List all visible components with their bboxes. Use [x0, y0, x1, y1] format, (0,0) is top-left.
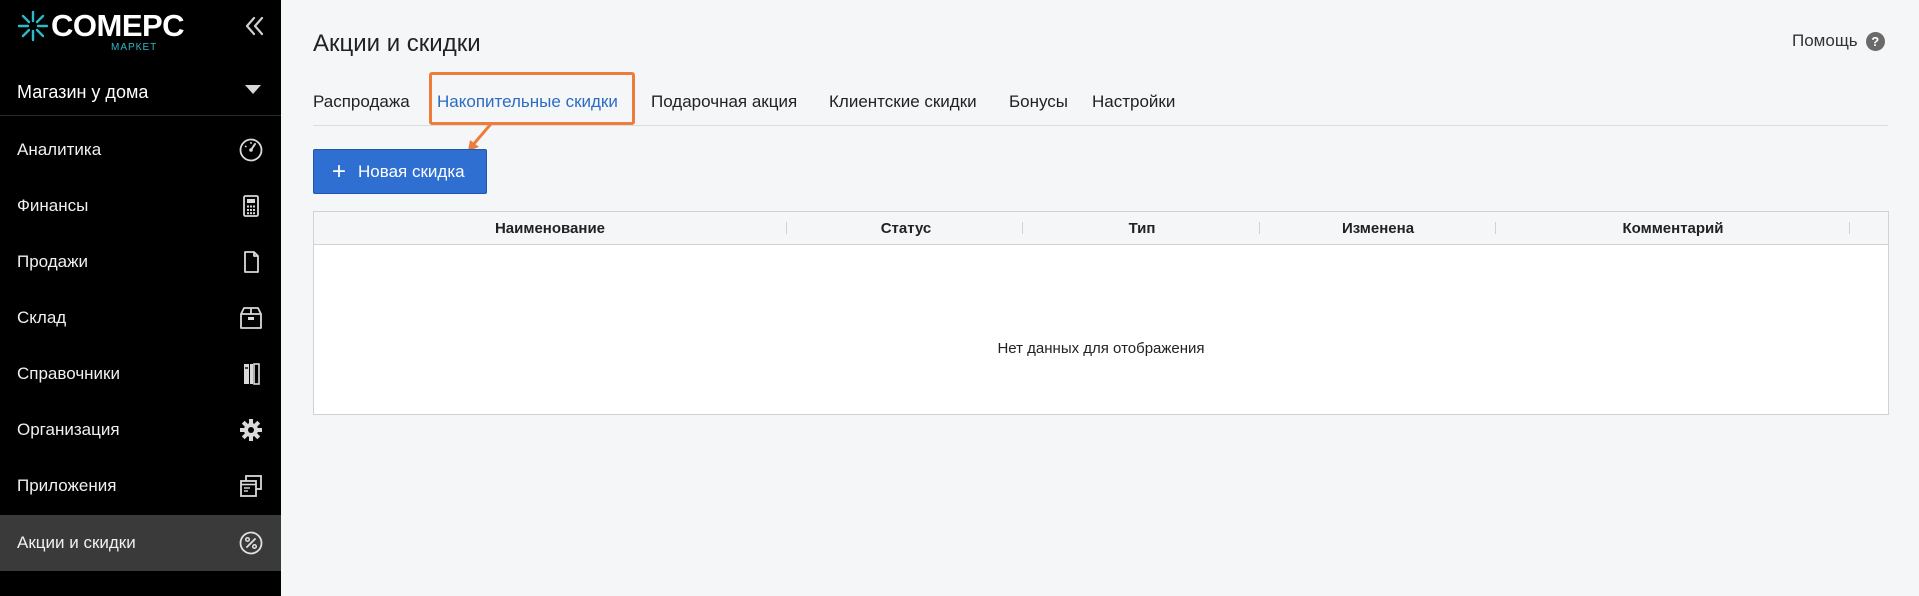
chevron-down-icon	[245, 85, 261, 94]
column-header-status[interactable]: Статус	[881, 220, 932, 237]
gear-icon	[240, 419, 262, 441]
column-separator[interactable]	[1495, 222, 1496, 234]
brand-sub: МАРКЕТ	[111, 42, 158, 53]
new-discount-label: Новая скидка	[358, 161, 465, 181]
sidebar-item-analytics[interactable]: Аналитика	[0, 122, 281, 178]
sidebar-item-label: Финансы	[17, 196, 89, 215]
table-header: Наименование Статус Тип Изменена Коммент…	[314, 212, 1888, 245]
tab-settings[interactable]: Настройки	[1092, 92, 1175, 112]
store-selector[interactable]: Магазин у дома	[0, 70, 281, 116]
book-icon	[244, 363, 260, 385]
page-title: Акции и скидки	[313, 30, 481, 57]
column-header-comment[interactable]: Комментарий	[1622, 220, 1723, 237]
help-link[interactable]: Помощь ?	[1792, 31, 1885, 51]
column-separator[interactable]	[1259, 222, 1260, 234]
new-discount-button[interactable]: + Новая скидка	[313, 149, 487, 194]
sidebar-item-label: Акции и скидки	[17, 533, 136, 552]
column-header-modified[interactable]: Изменена	[1342, 220, 1414, 237]
store-name: Магазин у дома	[17, 82, 149, 102]
sidebar-item-label: Продажи	[17, 252, 88, 271]
brand-logo[interactable]: COMEPC МАРКЕТ	[17, 6, 185, 56]
tab-gift-promo[interactable]: Подарочная акция	[651, 92, 797, 112]
logo-star-icon	[17, 10, 49, 42]
brand-name: COMEPC	[51, 8, 185, 43]
calculator-icon	[243, 195, 259, 217]
column-separator[interactable]	[1849, 222, 1850, 234]
document-icon	[244, 251, 259, 273]
sidebar-item-label: Приложения	[17, 476, 117, 495]
tab-bonuses[interactable]: Бонусы	[1009, 92, 1068, 112]
sidebar: COMEPC МАРКЕТ Магазин у дома Аналитика Ф…	[0, 0, 281, 596]
tab-sale[interactable]: Распродажа	[313, 92, 410, 112]
sidebar-item-label: Справочники	[17, 364, 120, 383]
percent-icon	[239, 531, 263, 555]
collapse-sidebar-icon[interactable]	[240, 12, 268, 40]
empty-state-text: Нет данных для отображения	[997, 340, 1205, 357]
column-separator[interactable]	[786, 222, 787, 234]
sidebar-item-label: Склад	[17, 308, 67, 327]
tab-client-discounts[interactable]: Клиентские скидки	[829, 92, 977, 112]
sidebar-item-label: Организация	[17, 420, 120, 439]
plus-icon: +	[332, 157, 347, 185]
sidebar-item-sales[interactable]: Продажи	[0, 234, 281, 290]
question-icon: ?	[1865, 31, 1885, 51]
sidebar-item-finance[interactable]: Финансы	[0, 178, 281, 234]
highlight-box	[429, 72, 635, 125]
sidebar-item-directories[interactable]: Справочники	[0, 346, 281, 402]
sidebar-item-apps[interactable]: Приложения	[0, 458, 281, 514]
column-separator[interactable]	[1022, 222, 1023, 234]
column-header-name[interactable]: Наименование	[495, 220, 605, 237]
windows-icon	[240, 475, 262, 497]
help-label: Помощь	[1792, 31, 1858, 50]
gauge-icon	[239, 138, 263, 162]
sidebar-item-warehouse[interactable]: Склад	[0, 290, 281, 346]
sidebar-item-organization[interactable]: Организация	[0, 402, 281, 458]
sidebar-item-promotions[interactable]: Акции и скидки	[0, 515, 281, 571]
sidebar-item-label: Аналитика	[17, 140, 102, 159]
column-header-type[interactable]: Тип	[1129, 220, 1156, 237]
box-icon	[240, 307, 262, 329]
discounts-table: Наименование Статус Тип Изменена Коммент…	[313, 211, 1889, 415]
